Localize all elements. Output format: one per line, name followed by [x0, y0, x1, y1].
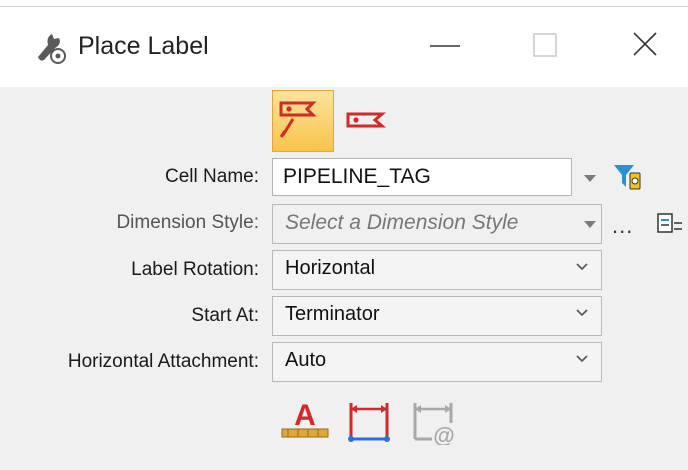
cell-name-dropdown-arrow[interactable] — [584, 175, 596, 182]
horizontal-attachment-label: Horizontal Attachment: — [67, 351, 259, 372]
dimension-style-icon[interactable] — [342, 395, 396, 450]
close-button[interactable] — [620, 23, 670, 67]
window-title: Place Label — [78, 32, 209, 60]
dimension-style-manager-icon[interactable] — [656, 211, 688, 244]
dimension-at-icon[interactable]: @ — [406, 395, 460, 450]
label-with-leader-icon — [279, 101, 317, 138]
browse-cell-icon[interactable] — [612, 161, 644, 198]
chevron-down-icon — [576, 263, 588, 271]
title-bar: Place Label — [0, 7, 688, 87]
label-rotation-label: Label Rotation: — [131, 259, 259, 280]
minimize-button[interactable] — [420, 23, 470, 67]
dimension-style-dropdown-arrow[interactable] — [584, 221, 596, 228]
chevron-down-icon — [576, 355, 588, 363]
text-style-icon[interactable]: A — [278, 395, 332, 450]
label-rotation-select[interactable]: Horizontal — [272, 250, 602, 290]
close-icon — [633, 32, 657, 56]
cell-name-input[interactable]: PIPELINE_TAG — [272, 158, 572, 196]
dimension-style-more-button[interactable]: ... — [612, 213, 633, 239]
svg-text:A: A — [294, 399, 316, 432]
dimension-style-label: Dimension Style: — [116, 212, 259, 233]
tool-settings-icon — [32, 29, 68, 65]
place-label-tool-button[interactable] — [340, 95, 390, 145]
chevron-down-icon — [576, 309, 588, 317]
maximize-icon — [533, 33, 557, 57]
maximize-button[interactable] — [520, 23, 570, 67]
tool-settings-panel: Cell Name: PIPELINE_TAG Dimension Style:… — [0, 87, 688, 470]
minimize-icon — [430, 45, 460, 47]
place-label-leader-tool-button[interactable] — [272, 90, 334, 152]
dimension-style-select[interactable]: Select a Dimension Style — [272, 204, 602, 244]
start-at-label: Start At: — [191, 305, 259, 326]
svg-text:@: @ — [433, 423, 454, 445]
cell-name-label: Cell Name: — [165, 166, 259, 187]
label-icon — [346, 112, 387, 128]
top-edge — [0, 0, 688, 7]
start-at-select[interactable]: Terminator — [272, 296, 602, 336]
horizontal-attachment-select[interactable]: Auto — [272, 342, 602, 382]
